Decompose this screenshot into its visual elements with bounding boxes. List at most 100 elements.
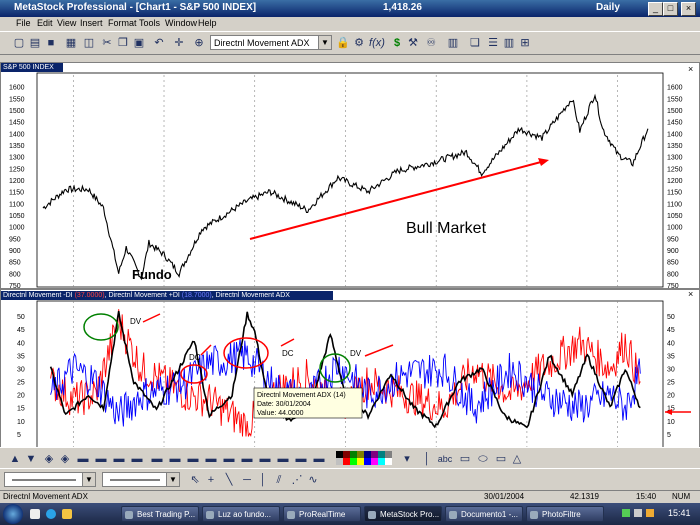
symbol-13-icon[interactable]: ▬ <box>312 452 326 466</box>
paste-icon[interactable]: ▣ <box>132 36 146 50</box>
label-dv-2004: DV <box>350 349 362 358</box>
price-ytick-left: 1150 <box>9 190 24 197</box>
rectangle-tool-icon[interactable]: ▭ <box>458 452 472 466</box>
line-weight-chevron-icon[interactable]: ▼ <box>82 473 95 486</box>
dollar-icon[interactable]: $ <box>390 36 404 50</box>
task-documento1[interactable]: Documento1 -... <box>445 506 523 522</box>
line-style-chevron-icon[interactable]: ▼ <box>166 473 179 486</box>
formula-icon[interactable]: f(x) <box>368 36 386 50</box>
symbol-10-icon[interactable]: ▬ <box>258 452 272 466</box>
cut-icon[interactable]: ✂ <box>100 36 114 50</box>
task-best-trading[interactable]: Best Trading P... <box>121 506 199 522</box>
chart-canvas[interactable]: 750 750 800 800 850 850 900 900 950 950 1000 1000 10… <box>1 63 699 467</box>
sell-icon[interactable]: ◈ <box>58 452 72 466</box>
wizard-icon[interactable]: ⚒ <box>406 36 420 50</box>
lock-icon[interactable]: 🔒 <box>336 36 350 50</box>
symbol-5-icon[interactable]: ▬ <box>168 452 182 466</box>
start-button[interactable] <box>3 504 23 524</box>
symbol-12-icon[interactable]: ▬ <box>294 452 308 466</box>
new-icon[interactable]: ▢ <box>12 36 26 50</box>
arrow-up-icon[interactable]: ▲ <box>8 452 22 466</box>
symbol-8-icon[interactable]: ▬ <box>222 452 236 466</box>
undo-icon[interactable]: ↶ <box>152 36 166 50</box>
vertical-tool-icon[interactable]: │ <box>256 473 270 487</box>
color-dropdown-icon[interactable]: ▾ <box>400 452 414 466</box>
close-button[interactable]: × <box>681 2 696 16</box>
color-palette[interactable] <box>336 451 396 465</box>
tray-volume-icon[interactable] <box>634 509 642 517</box>
copy-icon[interactable]: ❐ <box>116 36 130 50</box>
cascade-icon[interactable]: ❏ <box>468 36 482 50</box>
menu-file[interactable]: File <box>16 18 31 28</box>
indicator-panel-close-icon[interactable]: × <box>688 289 693 299</box>
text-tool-icon[interactable]: abc <box>436 452 454 466</box>
quick-launch-icon[interactable] <box>30 509 40 519</box>
symbol-7-icon[interactable]: ▬ <box>204 452 218 466</box>
vertical-line-icon[interactable]: │ <box>420 452 434 466</box>
tile-grid-icon[interactable]: ⊞ <box>518 36 532 50</box>
open-icon[interactable]: ▤ <box>28 36 42 50</box>
price-ytick-left: 850 <box>9 260 21 267</box>
minimize-button[interactable]: _ <box>648 2 663 16</box>
channel-tool-icon[interactable]: ⫽ <box>272 473 286 487</box>
pointer-icon[interactable]: ⇖ <box>188 473 202 487</box>
trendline-tool-icon[interactable]: ╲ <box>222 473 236 487</box>
arrow-down-icon[interactable]: ▼ <box>24 452 38 466</box>
fan-tool-icon[interactable]: ⋰ <box>290 473 304 487</box>
quick-launch-ie-icon[interactable] <box>46 509 56 519</box>
zoom-icon[interactable]: ⊕ <box>192 36 206 50</box>
tray-app-icon[interactable] <box>646 509 654 517</box>
menu-view[interactable]: View <box>57 18 76 28</box>
line-style-select[interactable]: ▼ <box>102 472 180 487</box>
tile-horizontal-icon[interactable]: ☰ <box>486 36 500 50</box>
price-ytick-right: 1300 <box>667 155 683 162</box>
indicator-ytick-left: 20 <box>17 393 25 400</box>
triangle-tool-icon[interactable]: △ <box>510 452 524 466</box>
symbol-2-icon[interactable]: ▬ <box>112 452 126 466</box>
menu-insert[interactable]: Insert <box>80 18 103 28</box>
menu-edit[interactable]: Edit <box>37 18 53 28</box>
symbol-6-icon[interactable]: ▬ <box>186 452 200 466</box>
binoculars-icon[interactable]: ♾ <box>424 36 438 50</box>
price-panel-close-icon[interactable]: × <box>688 64 693 74</box>
menu-help[interactable]: Help <box>198 18 217 28</box>
task-prorealtime[interactable]: ProRealTime <box>283 506 361 522</box>
maximize-button[interactable]: □ <box>663 2 678 16</box>
price-ytick-left: 1200 <box>9 178 25 185</box>
task-metastock[interactable]: MetaStock Pro... <box>364 506 442 522</box>
crosshair-icon[interactable]: ✛ <box>172 36 186 50</box>
print-icon[interactable]: ▦ <box>64 36 78 50</box>
symbol-11-icon[interactable]: ▬ <box>276 452 290 466</box>
symbol-9-icon[interactable]: ▬ <box>240 452 254 466</box>
symbol-4-icon[interactable]: ▬ <box>150 452 164 466</box>
tile-vertical-icon[interactable]: ▥ <box>502 36 516 50</box>
symbol-icon[interactable]: ▬ <box>94 452 108 466</box>
ellipse-tool-icon[interactable]: ⬭ <box>476 452 490 466</box>
report-icon[interactable]: ▥ <box>446 36 460 50</box>
task-photofiltre[interactable]: PhotoFiltre <box>526 506 604 522</box>
quick-launch-folder-icon[interactable] <box>62 509 72 519</box>
symbol-3-icon[interactable]: ▬ <box>130 452 144 466</box>
box-tool-icon[interactable]: ▭ <box>494 452 508 466</box>
crosshair-tool-icon[interactable]: + <box>204 473 218 487</box>
indicator-select[interactable]: Directnl Movement ADX ▼ <box>210 35 332 50</box>
buy-icon[interactable]: ◈ <box>42 452 56 466</box>
preview-icon[interactable]: ◫ <box>82 36 96 50</box>
truck-icon[interactable]: ▬ <box>76 452 90 466</box>
menu-window[interactable]: Window <box>165 18 197 28</box>
task-luz-ao-fundo[interactable]: Luz ao fundo... <box>202 506 280 522</box>
explorer-icon[interactable]: ⚙ <box>352 36 366 50</box>
line-style-toolbar: ▼ ▼ ⇖ + ╲ ─ │ ⫽ ⋰ ∿ <box>0 468 700 491</box>
menu-format[interactable]: Format <box>108 18 137 28</box>
last-value: 1,418.26 <box>383 2 422 13</box>
price-ytick-right: 1050 <box>667 213 683 220</box>
line-weight-select[interactable]: ▼ <box>4 472 96 487</box>
line-tool-icon[interactable]: ─ <box>240 473 254 487</box>
cycle-tool-icon[interactable]: ∿ <box>306 473 320 487</box>
price-ytick-right: 1000 <box>667 225 683 232</box>
chevron-down-icon[interactable]: ▼ <box>318 36 331 49</box>
save-icon[interactable]: ■ <box>44 36 58 50</box>
menu-tools[interactable]: Tools <box>139 18 160 28</box>
price-ytick-left: 1050 <box>9 213 25 220</box>
tray-network-icon[interactable] <box>622 509 630 517</box>
